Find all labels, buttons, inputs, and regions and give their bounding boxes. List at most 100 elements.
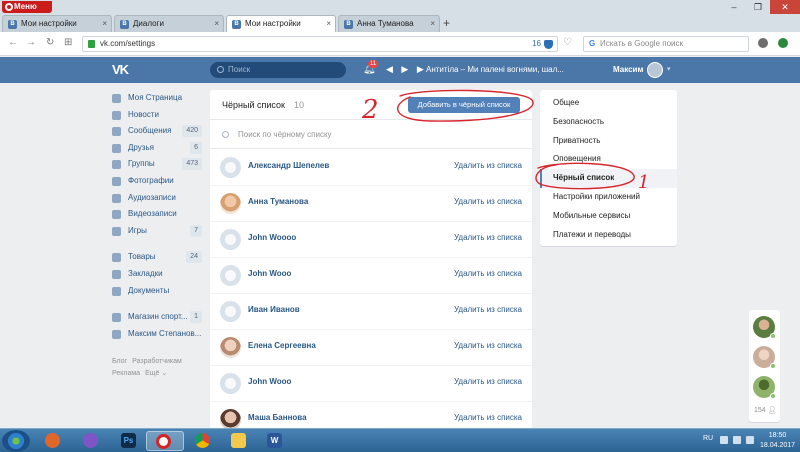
adblock-shield-icon[interactable] — [544, 40, 553, 49]
now-playing-track[interactable]: Антитіла – Ми палені вогнями, шал... — [426, 65, 564, 74]
avatar[interactable] — [220, 229, 241, 250]
remove-from-list-link[interactable]: Удалить из списка — [454, 233, 522, 242]
user-name-link[interactable]: Иван Иванов — [248, 305, 300, 314]
start-button[interactable] — [2, 430, 30, 452]
user-name-link[interactable]: John Wooo — [248, 269, 291, 278]
forward-icon[interactable]: → — [26, 37, 36, 48]
nav-item-goods[interactable]: Товары 24 — [112, 249, 202, 266]
header-user-name[interactable]: Максим — [613, 65, 643, 74]
nav-item-games[interactable]: Игры 7 — [112, 223, 202, 240]
nav-item-groups[interactable]: Группы 473 — [112, 156, 202, 173]
nav-item-photos[interactable]: Фотографии — [112, 173, 202, 190]
taskbar-app-explorer[interactable] — [222, 431, 256, 451]
nav-item-messages[interactable]: Сообщения 420 — [112, 123, 202, 140]
remove-from-list-link[interactable]: Удалить из списка — [454, 161, 522, 170]
browser-tab-1[interactable]: В Мои настройки × — [2, 15, 112, 32]
user-name-link[interactable]: Елена Сергеевна — [248, 341, 316, 350]
remove-from-list-link[interactable]: Удалить из списка — [454, 341, 522, 350]
nav-item-my-page[interactable]: Моя Страница — [112, 90, 202, 107]
nav-item-bookmarks[interactable]: Закладки — [112, 266, 202, 283]
header-avatar[interactable] — [647, 62, 663, 78]
taskbar-app-chrome[interactable] — [186, 431, 220, 451]
notifications-bell-icon[interactable]: 🔔︎ 11 — [363, 60, 379, 75]
settings-item-notifications[interactable]: Оповещения — [540, 150, 677, 169]
settings-item-mobile-services[interactable]: Мобильные сервисы — [540, 207, 677, 226]
avatar[interactable] — [220, 337, 241, 358]
chevron-down-icon[interactable]: ▾ — [667, 65, 671, 73]
browser-tab-4[interactable]: В Анна Туманова × — [338, 15, 440, 32]
opera-menu-button[interactable]: Меню — [2, 1, 52, 13]
avatar[interactable] — [220, 193, 241, 214]
chat-avatar[interactable] — [753, 376, 776, 399]
taskbar-app-word[interactable]: W — [258, 431, 292, 451]
language-indicator[interactable]: RU — [703, 435, 713, 442]
tray-volume-icon[interactable] — [733, 436, 741, 444]
remove-from-list-link[interactable]: Удалить из списка — [454, 197, 522, 206]
tab-close-icon[interactable]: × — [102, 16, 107, 32]
footer-link-more[interactable]: Ещё ⌄ — [145, 370, 167, 377]
settings-item-general[interactable]: Общее — [540, 94, 677, 113]
nav-item-documents[interactable]: Документы — [112, 283, 202, 300]
footer-link-ads[interactable]: Реклама — [112, 370, 140, 377]
speed-dial-icon[interactable]: ⊞ — [64, 37, 72, 48]
online-friends-count[interactable]: 154 👤︎ — [754, 406, 777, 414]
tab-close-icon[interactable]: × — [326, 16, 331, 32]
footer-link-developers[interactable]: Разработчикам — [132, 358, 182, 365]
user-name-link[interactable]: John Wooo — [248, 377, 291, 386]
nav-item-video[interactable]: Видеозаписи — [112, 206, 202, 223]
nav-item-maxim-stepanov[interactable]: Максим Степанов... — [112, 326, 202, 343]
vk-search-input[interactable]: Поиск — [210, 62, 346, 78]
taskbar-app-maps[interactable] — [36, 431, 70, 451]
nav-item-news[interactable]: Новости — [112, 107, 202, 124]
remove-from-list-link[interactable]: Удалить из списка — [454, 269, 522, 278]
settings-item-security[interactable]: Безопасность — [540, 113, 677, 132]
remove-from-list-link[interactable]: Удалить из списка — [454, 305, 522, 314]
user-name-link[interactable]: Анна Туманова — [248, 197, 308, 206]
download-icon[interactable] — [778, 38, 788, 48]
remove-from-list-link[interactable]: Удалить из списка — [454, 413, 522, 422]
browser-search-field[interactable]: G Искать в Google поиск — [583, 36, 749, 52]
tab-close-icon[interactable]: × — [214, 16, 219, 32]
avatar[interactable] — [220, 301, 241, 322]
taskbar-app-photoshop[interactable]: Ps — [112, 431, 146, 451]
bookmark-heart-icon[interactable]: ♡ — [563, 37, 572, 48]
audio-player-controls[interactable]: ◀ ▶ ▶ — [386, 64, 427, 75]
avatar[interactable] — [220, 373, 241, 394]
system-clock[interactable]: 18:50 18.04.2017 — [760, 431, 795, 451]
browser-tab-3[interactable]: В Мои настройки × — [226, 15, 336, 32]
settings-item-privacy[interactable]: Приватность — [540, 132, 677, 151]
url-field[interactable]: vk.com/settings 16 — [82, 36, 558, 52]
tab-close-icon[interactable]: × — [430, 16, 435, 32]
avatar[interactable] — [220, 409, 241, 430]
reload-icon[interactable]: ↻ — [46, 37, 54, 48]
browser-tab-2[interactable]: В Диалоги × — [114, 15, 224, 32]
user-name-link[interactable]: Александр Шепелев — [248, 161, 329, 170]
close-window-icon[interactable]: ✕ — [770, 0, 800, 14]
remove-from-list-link[interactable]: Удалить из списка — [454, 377, 522, 386]
extension-icon[interactable] — [758, 38, 768, 48]
avatar[interactable] — [220, 265, 241, 286]
nav-item-sport-shop[interactable]: Магазин спорт... 1 — [112, 309, 202, 326]
vk-logo[interactable]: VK — [112, 62, 129, 77]
chat-avatar[interactable] — [753, 346, 776, 369]
avatar[interactable] — [220, 157, 241, 178]
tray-network-icon[interactable] — [720, 436, 728, 444]
blacklist-search-input[interactable]: Поиск по чёрному списку — [210, 121, 532, 149]
footer-link-blog[interactable]: Блог — [112, 358, 127, 365]
nav-item-friends[interactable]: Друзья 6 — [112, 140, 202, 157]
settings-item-blacklist[interactable]: Чёрный список — [540, 169, 677, 188]
settings-item-app-settings[interactable]: Настройки приложений — [540, 188, 677, 207]
back-icon[interactable]: ← — [8, 37, 18, 48]
taskbar-app-viber[interactable] — [74, 431, 108, 451]
maximize-icon[interactable]: ❐ — [746, 0, 770, 14]
tray-flag-icon[interactable] — [746, 436, 754, 444]
new-tab-button[interactable]: + — [443, 16, 450, 30]
chat-avatar[interactable] — [753, 316, 776, 339]
taskbar-app-opera[interactable] — [146, 431, 184, 451]
user-name-link[interactable]: John Woooo — [248, 233, 296, 242]
user-name-link[interactable]: Маша Баннова — [248, 413, 307, 422]
settings-item-payments[interactable]: Платежи и переводы — [540, 226, 677, 245]
minimize-icon[interactable]: – — [722, 0, 746, 14]
add-to-blacklist-button[interactable]: Добавить в чёрный список — [408, 97, 520, 113]
nav-item-audio[interactable]: Аудиозаписи — [112, 190, 202, 207]
